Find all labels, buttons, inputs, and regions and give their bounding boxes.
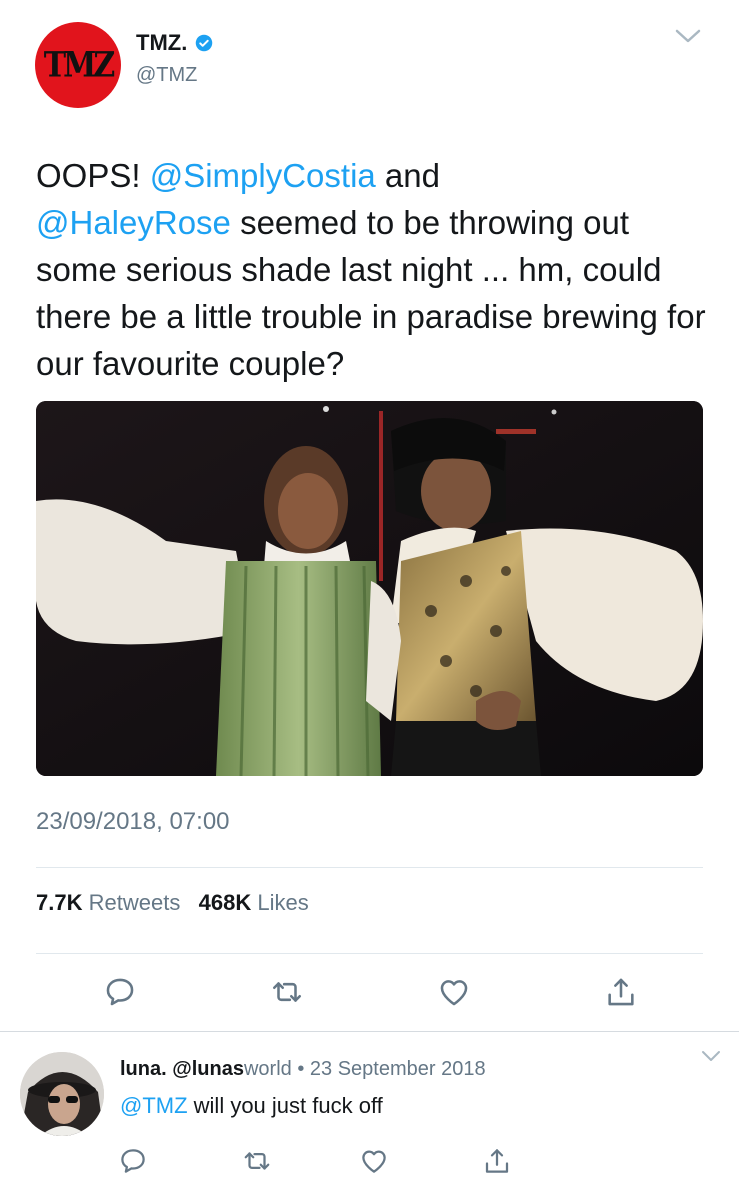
reply-text: @TMZ will you just fuck off (120, 1093, 383, 1119)
like-icon[interactable] (437, 975, 471, 1009)
reply-handle-rest: world (243, 1058, 292, 1080)
mention-link[interactable]: @HaleyRose (36, 204, 231, 241)
author-avatar[interactable]: TMZ (35, 22, 121, 108)
chevron-down-icon[interactable] (675, 28, 701, 44)
likes-count: 468K (198, 890, 252, 915)
author-name-row[interactable]: TMZ. (136, 30, 213, 56)
mention-link[interactable]: @TMZ (120, 1093, 188, 1118)
photo-illustration (36, 401, 703, 776)
author-name[interactable]: TMZ. (136, 30, 187, 56)
tweet-text-part: OOPS! (36, 157, 150, 194)
section-divider (0, 1031, 739, 1032)
likes-label: Likes (257, 890, 309, 915)
tweet-text-part: and (375, 157, 440, 194)
reply-icon[interactable] (103, 975, 137, 1009)
retweet-icon[interactable] (270, 975, 304, 1009)
reply-date[interactable]: 23 September 2018 (310, 1058, 486, 1080)
dot-separator: • (291, 1058, 310, 1080)
share-icon[interactable] (482, 1146, 512, 1176)
reply-icon[interactable] (118, 1146, 148, 1176)
reply-author-name[interactable]: luna. (120, 1058, 167, 1080)
tmz-logo: TMZ (43, 44, 115, 86)
retweets-stat[interactable]: 7.7K Retweets (36, 890, 180, 915)
tweet-timestamp[interactable]: 23/09/2018, 07:00 (36, 808, 230, 836)
tweet-photo[interactable] (36, 401, 703, 776)
tweet-stats: 7.7K Retweets 468K Likes (36, 890, 309, 916)
tweet-text: OOPS! @SimplyCostia and @HaleyRose seeme… (36, 152, 716, 387)
likes-stat[interactable]: 468K Likes (199, 890, 309, 915)
reply-handle-bold: @lunas (172, 1058, 244, 1080)
reply-author-handle[interactable]: @lunasworld (172, 1058, 292, 1080)
reply-avatar[interactable] (20, 1052, 104, 1136)
chevron-down-icon[interactable] (701, 1050, 721, 1062)
retweets-count: 7.7K (36, 890, 83, 915)
share-icon[interactable] (604, 975, 638, 1009)
like-icon[interactable] (359, 1146, 389, 1176)
retweet-icon[interactable] (242, 1146, 272, 1176)
divider (36, 867, 703, 868)
author-handle[interactable]: @TMZ (136, 64, 197, 87)
reply-text-body: will you just fuck off (187, 1093, 383, 1118)
divider (36, 953, 703, 954)
reply-header: luna. @lunasworld • 23 September 2018 (120, 1058, 486, 1081)
reply-avatar-illustration (20, 1052, 104, 1136)
retweets-label: Retweets (88, 890, 181, 915)
mention-link[interactable]: @SimplyCostia (150, 157, 376, 194)
verified-badge-icon (196, 34, 213, 52)
